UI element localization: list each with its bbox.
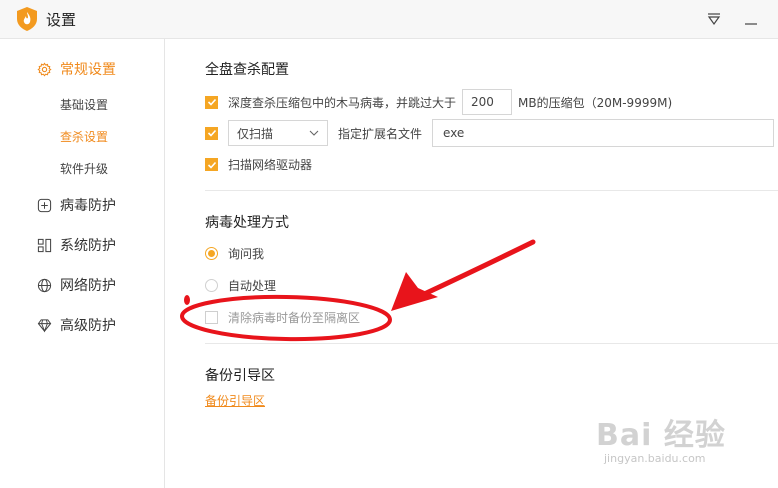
subitem-basic-settings[interactable]: 基础设置 (60, 96, 108, 113)
full-scan-section-title: 全盘查杀配置 (205, 62, 289, 78)
dropdown-triangle-icon[interactable] (706, 12, 722, 26)
sidebar-item-network-protection[interactable]: 网络防护 (37, 274, 116, 296)
diamond-icon (37, 318, 52, 332)
sidebar-item-label: 网络防护 (60, 278, 116, 294)
backup-quarantine-label: 清除病毒时备份至隔离区 (228, 311, 361, 325)
divider (205, 190, 778, 191)
backup-guide-link[interactable]: 备份引导区 (205, 392, 265, 409)
extension-scan-checkbox[interactable] (205, 126, 218, 140)
chevron-down-icon (309, 130, 319, 136)
radio-auto-handle-row[interactable]: 自动处理 (205, 277, 276, 294)
gear-icon (37, 62, 52, 77)
subitem-software-upgrade[interactable]: 软件升级 (60, 160, 108, 177)
archive-size-input[interactable]: 200 (462, 89, 513, 115)
check-icon (207, 129, 216, 137)
deep-scan-row: 深度查杀压缩包中的木马病毒，并跳过大于 200 MB的压缩包（20M-9999M… (205, 89, 672, 115)
radio-ask-me-row[interactable]: 询问我 (205, 245, 264, 262)
ask-me-radio[interactable] (205, 247, 218, 260)
auto-handle-radio[interactable] (205, 279, 218, 292)
backup-quarantine-row: 清除病毒时备份至隔离区 (205, 309, 360, 326)
sidebar: 常规设置 基础设置 查杀设置 软件升级 病毒防护 系统防护 网络防护 高级防护 (0, 39, 165, 488)
window-title: 设置 (46, 11, 77, 29)
sidebar-item-system-protection[interactable]: 系统防护 (37, 234, 116, 256)
sidebar-item-general-settings[interactable]: 常规设置 (37, 58, 116, 80)
sidebar-item-label: 系统防护 (60, 238, 116, 254)
network-drive-checkbox[interactable] (205, 158, 218, 171)
sidebar-item-label: 常规设置 (60, 62, 116, 78)
archive-size-unit-label: MB的压缩包（20M-9999M) (518, 95, 673, 110)
auto-handle-label: 自动处理 (228, 279, 277, 293)
scan-mode-row: 仅扫描 指定扩展名文件 exe (205, 119, 775, 147)
check-icon (207, 98, 216, 106)
deep-scan-label: 深度查杀压缩包中的木马病毒，并跳过大于 (228, 95, 457, 110)
deep-scan-checkbox[interactable] (205, 95, 218, 109)
sidebar-item-label: 高级防护 (60, 318, 116, 334)
ask-me-label: 询问我 (228, 247, 265, 261)
minimize-icon[interactable] (744, 12, 758, 26)
backup-guide-section-title: 备份引导区 (205, 368, 275, 384)
title-bar: 设置 (0, 0, 778, 39)
globe-icon (37, 278, 52, 292)
extension-input[interactable]: exe (432, 119, 775, 147)
plus-square-icon (37, 198, 52, 212)
scan-mode-selected: 仅扫描 (237, 126, 274, 141)
shield-flame-logo-icon (17, 7, 37, 31)
check-icon (207, 161, 216, 169)
grid-icon (37, 238, 52, 252)
network-drive-row: 扫描网络驱动器 (205, 156, 312, 173)
subitem-scan-settings[interactable]: 查杀设置 (60, 128, 108, 145)
scan-mode-select[interactable]: 仅扫描 (228, 120, 328, 146)
network-drive-label: 扫描网络驱动器 (228, 158, 313, 172)
main-panel: 全盘查杀配置 深度查杀压缩包中的木马病毒，并跳过大于 200 MB的压缩包（20… (165, 39, 778, 488)
sidebar-item-advanced-protection[interactable]: 高级防护 (37, 314, 116, 336)
virus-handling-section-title: 病毒处理方式 (205, 215, 289, 231)
sidebar-item-virus-protection[interactable]: 病毒防护 (37, 194, 116, 216)
extension-label: 指定扩展名文件 (338, 126, 423, 141)
sidebar-item-label: 病毒防护 (60, 198, 116, 214)
backup-quarantine-checkbox[interactable] (205, 311, 218, 324)
divider (205, 343, 778, 344)
